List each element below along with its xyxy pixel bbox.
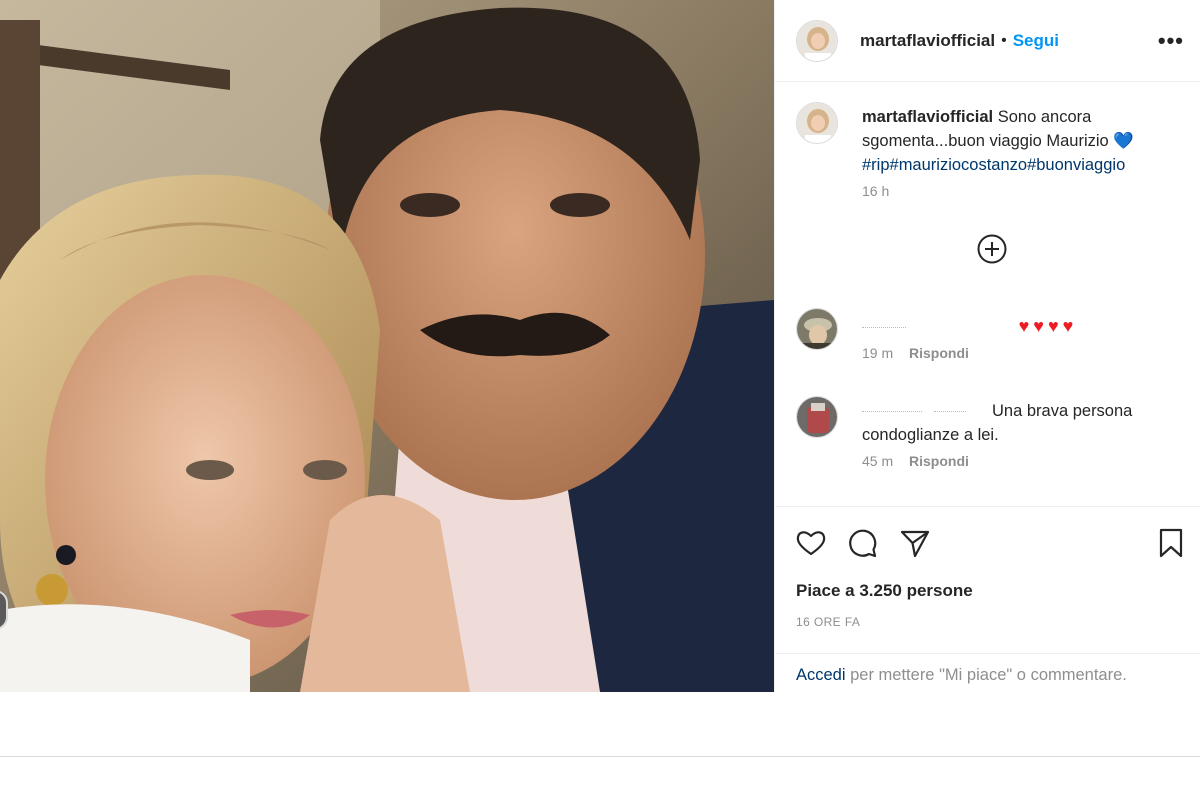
post-photo[interactable]	[0, 0, 774, 692]
caption-meta: 16 h	[862, 183, 1186, 199]
separator-dot: •	[1001, 31, 1007, 49]
more-options-icon[interactable]: •••	[1158, 28, 1184, 54]
avatar-image	[797, 397, 837, 437]
hidden-username	[862, 327, 906, 329]
author-username[interactable]: martaflaviofficial	[860, 31, 995, 51]
author-avatar[interactable]	[796, 19, 838, 62]
share-button[interactable]	[899, 527, 931, 559]
comment-meta: 45 m Rispondi	[862, 453, 1186, 469]
avatar-image	[797, 20, 837, 61]
commenter-avatar[interactable]	[796, 396, 838, 438]
follow-button[interactable]: Segui	[1013, 31, 1059, 51]
likes-count[interactable]: Piace a 3.250 persone	[796, 581, 973, 601]
heart-icon	[796, 531, 826, 556]
like-button[interactable]	[795, 527, 827, 559]
avatar-image	[797, 103, 837, 143]
comment-icon	[849, 529, 877, 558]
caption-hashtags[interactable]: #rip#mauriziocostanzo#buonviaggio	[862, 156, 1125, 174]
load-more-comments-button[interactable]	[977, 234, 1007, 264]
share-icon	[900, 530, 930, 558]
save-button[interactable]	[1155, 527, 1187, 559]
divider	[0, 756, 1200, 757]
post-sidebar: martaflaviofficial • Segui ••• martaflav…	[774, 0, 1200, 692]
caption-time[interactable]: 16 h	[862, 183, 889, 199]
caption-body: martaflaviofficial Sono ancora sgomenta.…	[862, 102, 1186, 177]
post-header: martaflaviofficial • Segui •••	[775, 0, 1200, 82]
bookmark-icon	[1159, 528, 1183, 558]
comment-time[interactable]: 45 m	[862, 453, 893, 469]
reply-button[interactable]: Rispondi	[909, 453, 969, 469]
reply-button[interactable]: Rispondi	[909, 345, 969, 361]
caption-username[interactable]: martaflaviofficial	[862, 108, 993, 126]
plus-circle-icon	[977, 234, 1007, 264]
avatar-image	[797, 309, 837, 349]
comment-item: Una brava persona condoglianze a lei. 45…	[796, 396, 1186, 469]
caption-avatar[interactable]	[796, 102, 838, 144]
login-prompt-text: per mettere "Mi piace" o commentare.	[845, 666, 1127, 684]
post-photo-image	[0, 0, 774, 692]
commenter-avatar[interactable]	[796, 308, 838, 350]
instagram-post: martaflaviofficial • Segui ••• martaflav…	[0, 0, 1200, 692]
comment-button[interactable]	[847, 527, 879, 559]
comment-body: Una brava persona condoglianze a lei.	[862, 396, 1186, 447]
comments-section: martaflaviofficial Sono ancora sgomenta.…	[775, 82, 1200, 506]
action-icons	[795, 527, 1187, 559]
post-actions: Piace a 3.250 persone 16 ORE FA Accedi p…	[775, 506, 1200, 692]
login-link[interactable]: Accedi	[796, 666, 846, 684]
hidden-username-part	[934, 411, 966, 413]
comment-meta: 19 m Rispondi	[862, 345, 1186, 361]
comment-body: ♥♥♥♥	[862, 308, 1186, 339]
red-hearts-icon: ♥♥♥♥	[1018, 316, 1078, 336]
comment-item: ♥♥♥♥ 19 m Rispondi	[796, 308, 1186, 361]
post-timestamp[interactable]: 16 ORE FA	[796, 615, 860, 629]
login-prompt: Accedi per mettere "Mi piace" o commenta…	[775, 653, 1200, 693]
comment-text: Una brava persona condoglianze a lei.	[862, 402, 1133, 444]
blue-heart-icon: 💙	[1113, 132, 1134, 150]
hidden-username	[862, 411, 922, 413]
caption: martaflaviofficial Sono ancora sgomenta.…	[796, 102, 1186, 199]
comment-time[interactable]: 19 m	[862, 345, 893, 361]
